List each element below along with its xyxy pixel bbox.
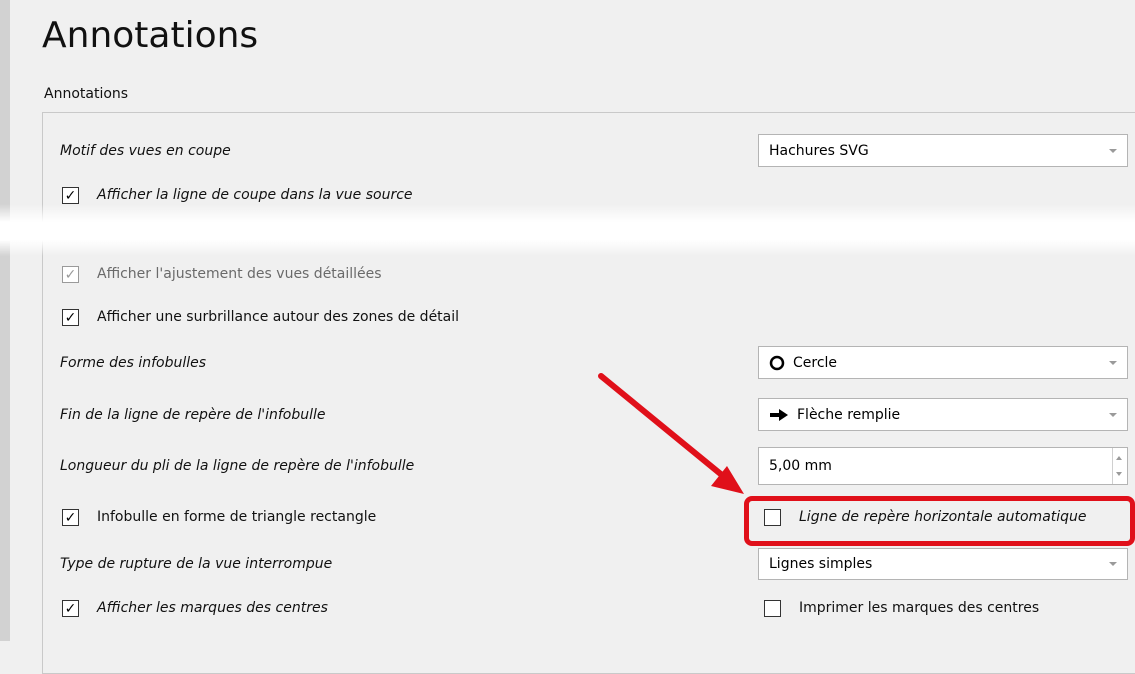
annotation-arrow-icon <box>598 373 744 494</box>
